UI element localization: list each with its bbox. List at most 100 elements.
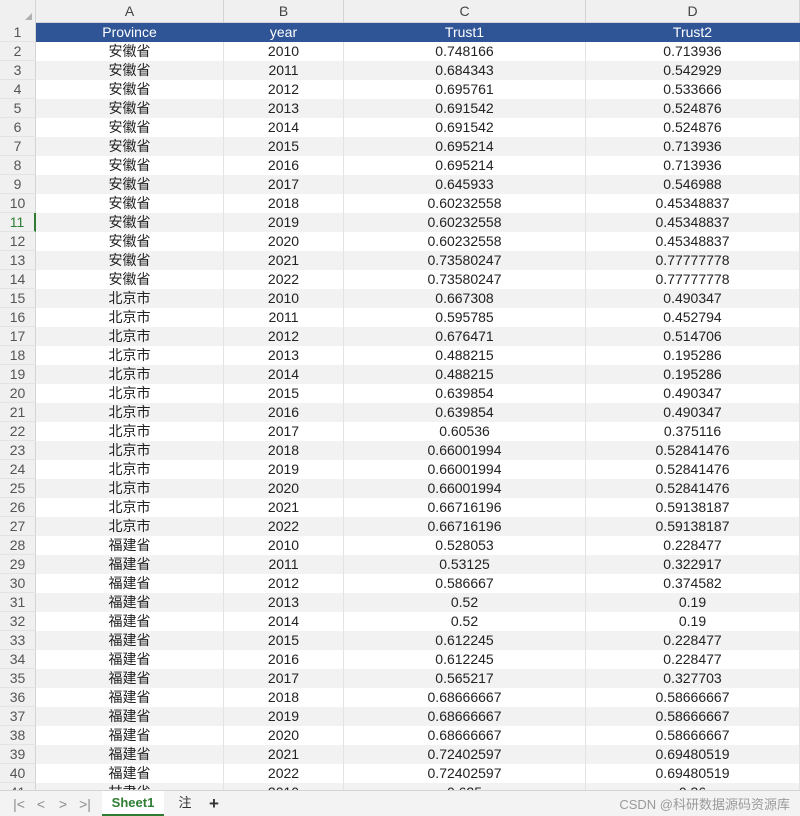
province-cell[interactable]: 福建省	[36, 536, 224, 555]
trust2-cell[interactable]: 0.59138187	[586, 498, 800, 517]
row-number[interactable]: 20	[0, 384, 36, 403]
header-cell-year[interactable]: year	[224, 23, 344, 42]
year-cell[interactable]: 2021	[224, 251, 344, 270]
column-header-c[interactable]: C	[344, 0, 586, 22]
trust1-cell[interactable]: 0.488215	[344, 365, 586, 384]
trust1-cell[interactable]: 0.68666667	[344, 726, 586, 745]
trust2-cell[interactable]: 0.58666667	[586, 688, 800, 707]
trust2-cell[interactable]: 0.45348837	[586, 213, 800, 232]
header-cell-trust1[interactable]: Trust1	[344, 23, 586, 42]
row-number[interactable]: 21	[0, 403, 36, 422]
province-cell[interactable]: 安徽省	[36, 137, 224, 156]
year-cell[interactable]: 2015	[224, 631, 344, 650]
trust2-cell[interactable]: 0.45348837	[586, 232, 800, 251]
trust1-cell[interactable]: 0.691542	[344, 99, 586, 118]
prev-sheet-icon[interactable]: <	[31, 794, 51, 814]
trust2-cell[interactable]: 0.36	[586, 783, 800, 790]
province-cell[interactable]: 安徽省	[36, 99, 224, 118]
province-cell[interactable]: 福建省	[36, 669, 224, 688]
province-cell[interactable]: 福建省	[36, 650, 224, 669]
year-cell[interactable]: 2012	[224, 574, 344, 593]
row-number[interactable]: 31	[0, 593, 36, 612]
trust2-cell[interactable]: 0.19	[586, 612, 800, 631]
year-cell[interactable]: 2012	[224, 327, 344, 346]
trust2-cell[interactable]: 0.52841476	[586, 460, 800, 479]
row-number[interactable]: 32	[0, 612, 36, 631]
trust1-cell[interactable]: 0.612245	[344, 650, 586, 669]
trust2-cell[interactable]: 0.375116	[586, 422, 800, 441]
add-sheet-button[interactable]: +	[203, 793, 225, 815]
trust2-cell[interactable]: 0.69480519	[586, 745, 800, 764]
trust1-cell[interactable]: 0.60232558	[344, 232, 586, 251]
next-sheet-icon[interactable]: >	[53, 794, 73, 814]
province-cell[interactable]: 安徽省	[36, 232, 224, 251]
year-cell[interactable]: 2011	[224, 61, 344, 80]
column-header-d[interactable]: D	[586, 0, 800, 22]
trust2-cell[interactable]: 0.524876	[586, 118, 800, 137]
year-cell[interactable]: 2019	[224, 707, 344, 726]
trust2-cell[interactable]: 0.58666667	[586, 726, 800, 745]
province-cell[interactable]: 北京市	[36, 346, 224, 365]
row-number[interactable]: 3	[0, 61, 36, 80]
year-cell[interactable]: 2018	[224, 688, 344, 707]
row-number[interactable]: 22	[0, 422, 36, 441]
province-cell[interactable]: 北京市	[36, 308, 224, 327]
trust1-cell[interactable]: 0.625	[344, 783, 586, 790]
province-cell[interactable]: 福建省	[36, 631, 224, 650]
province-cell[interactable]: 福建省	[36, 745, 224, 764]
header-cell-trust2[interactable]: Trust2	[586, 23, 800, 42]
year-cell[interactable]: 2022	[224, 270, 344, 289]
trust2-cell[interactable]: 0.52841476	[586, 479, 800, 498]
province-cell[interactable]: 安徽省	[36, 61, 224, 80]
year-cell[interactable]: 2014	[224, 365, 344, 384]
trust1-cell[interactable]: 0.66001994	[344, 441, 586, 460]
trust2-cell[interactable]: 0.59138187	[586, 517, 800, 536]
column-header-a[interactable]: A	[36, 0, 224, 22]
trust1-cell[interactable]: 0.695214	[344, 137, 586, 156]
province-cell[interactable]: 安徽省	[36, 42, 224, 61]
province-cell[interactable]: 福建省	[36, 555, 224, 574]
trust1-cell[interactable]: 0.528053	[344, 536, 586, 555]
trust2-cell[interactable]: 0.45348837	[586, 194, 800, 213]
year-cell[interactable]: 2013	[224, 346, 344, 365]
row-number[interactable]: 5	[0, 99, 36, 118]
trust2-cell[interactable]: 0.228477	[586, 631, 800, 650]
province-cell[interactable]: 安徽省	[36, 194, 224, 213]
row-number[interactable]: 36	[0, 688, 36, 707]
row-number[interactable]: 10	[0, 194, 36, 213]
tab-sheet1[interactable]: Sheet1	[102, 791, 164, 816]
province-cell[interactable]: 福建省	[36, 726, 224, 745]
row-number[interactable]: 14	[0, 270, 36, 289]
trust1-cell[interactable]: 0.676471	[344, 327, 586, 346]
year-cell[interactable]: 2017	[224, 175, 344, 194]
province-cell[interactable]: 北京市	[36, 403, 224, 422]
trust1-cell[interactable]: 0.586667	[344, 574, 586, 593]
province-cell[interactable]: 安徽省	[36, 156, 224, 175]
year-cell[interactable]: 2019	[224, 460, 344, 479]
year-cell[interactable]: 2020	[224, 726, 344, 745]
province-cell[interactable]: 福建省	[36, 707, 224, 726]
province-cell[interactable]: 安徽省	[36, 80, 224, 99]
trust2-cell[interactable]: 0.533666	[586, 80, 800, 99]
row-number[interactable]: 29	[0, 555, 36, 574]
trust2-cell[interactable]: 0.327703	[586, 669, 800, 688]
province-cell[interactable]: 北京市	[36, 365, 224, 384]
row-number[interactable]: 17	[0, 327, 36, 346]
province-cell[interactable]: 福建省	[36, 764, 224, 783]
trust1-cell[interactable]: 0.612245	[344, 631, 586, 650]
first-sheet-icon[interactable]: |<	[9, 794, 29, 814]
trust2-cell[interactable]: 0.713936	[586, 42, 800, 61]
province-cell[interactable]: 北京市	[36, 479, 224, 498]
row-number[interactable]: 28	[0, 536, 36, 555]
trust1-cell[interactable]: 0.73580247	[344, 270, 586, 289]
year-cell[interactable]: 2010	[224, 783, 344, 790]
province-cell[interactable]: 北京市	[36, 422, 224, 441]
trust2-cell[interactable]: 0.58666667	[586, 707, 800, 726]
trust2-cell[interactable]: 0.490347	[586, 403, 800, 422]
year-cell[interactable]: 2012	[224, 80, 344, 99]
year-cell[interactable]: 2015	[224, 137, 344, 156]
trust1-cell[interactable]: 0.595785	[344, 308, 586, 327]
province-cell[interactable]: 北京市	[36, 460, 224, 479]
trust1-cell[interactable]: 0.748166	[344, 42, 586, 61]
trust2-cell[interactable]: 0.514706	[586, 327, 800, 346]
